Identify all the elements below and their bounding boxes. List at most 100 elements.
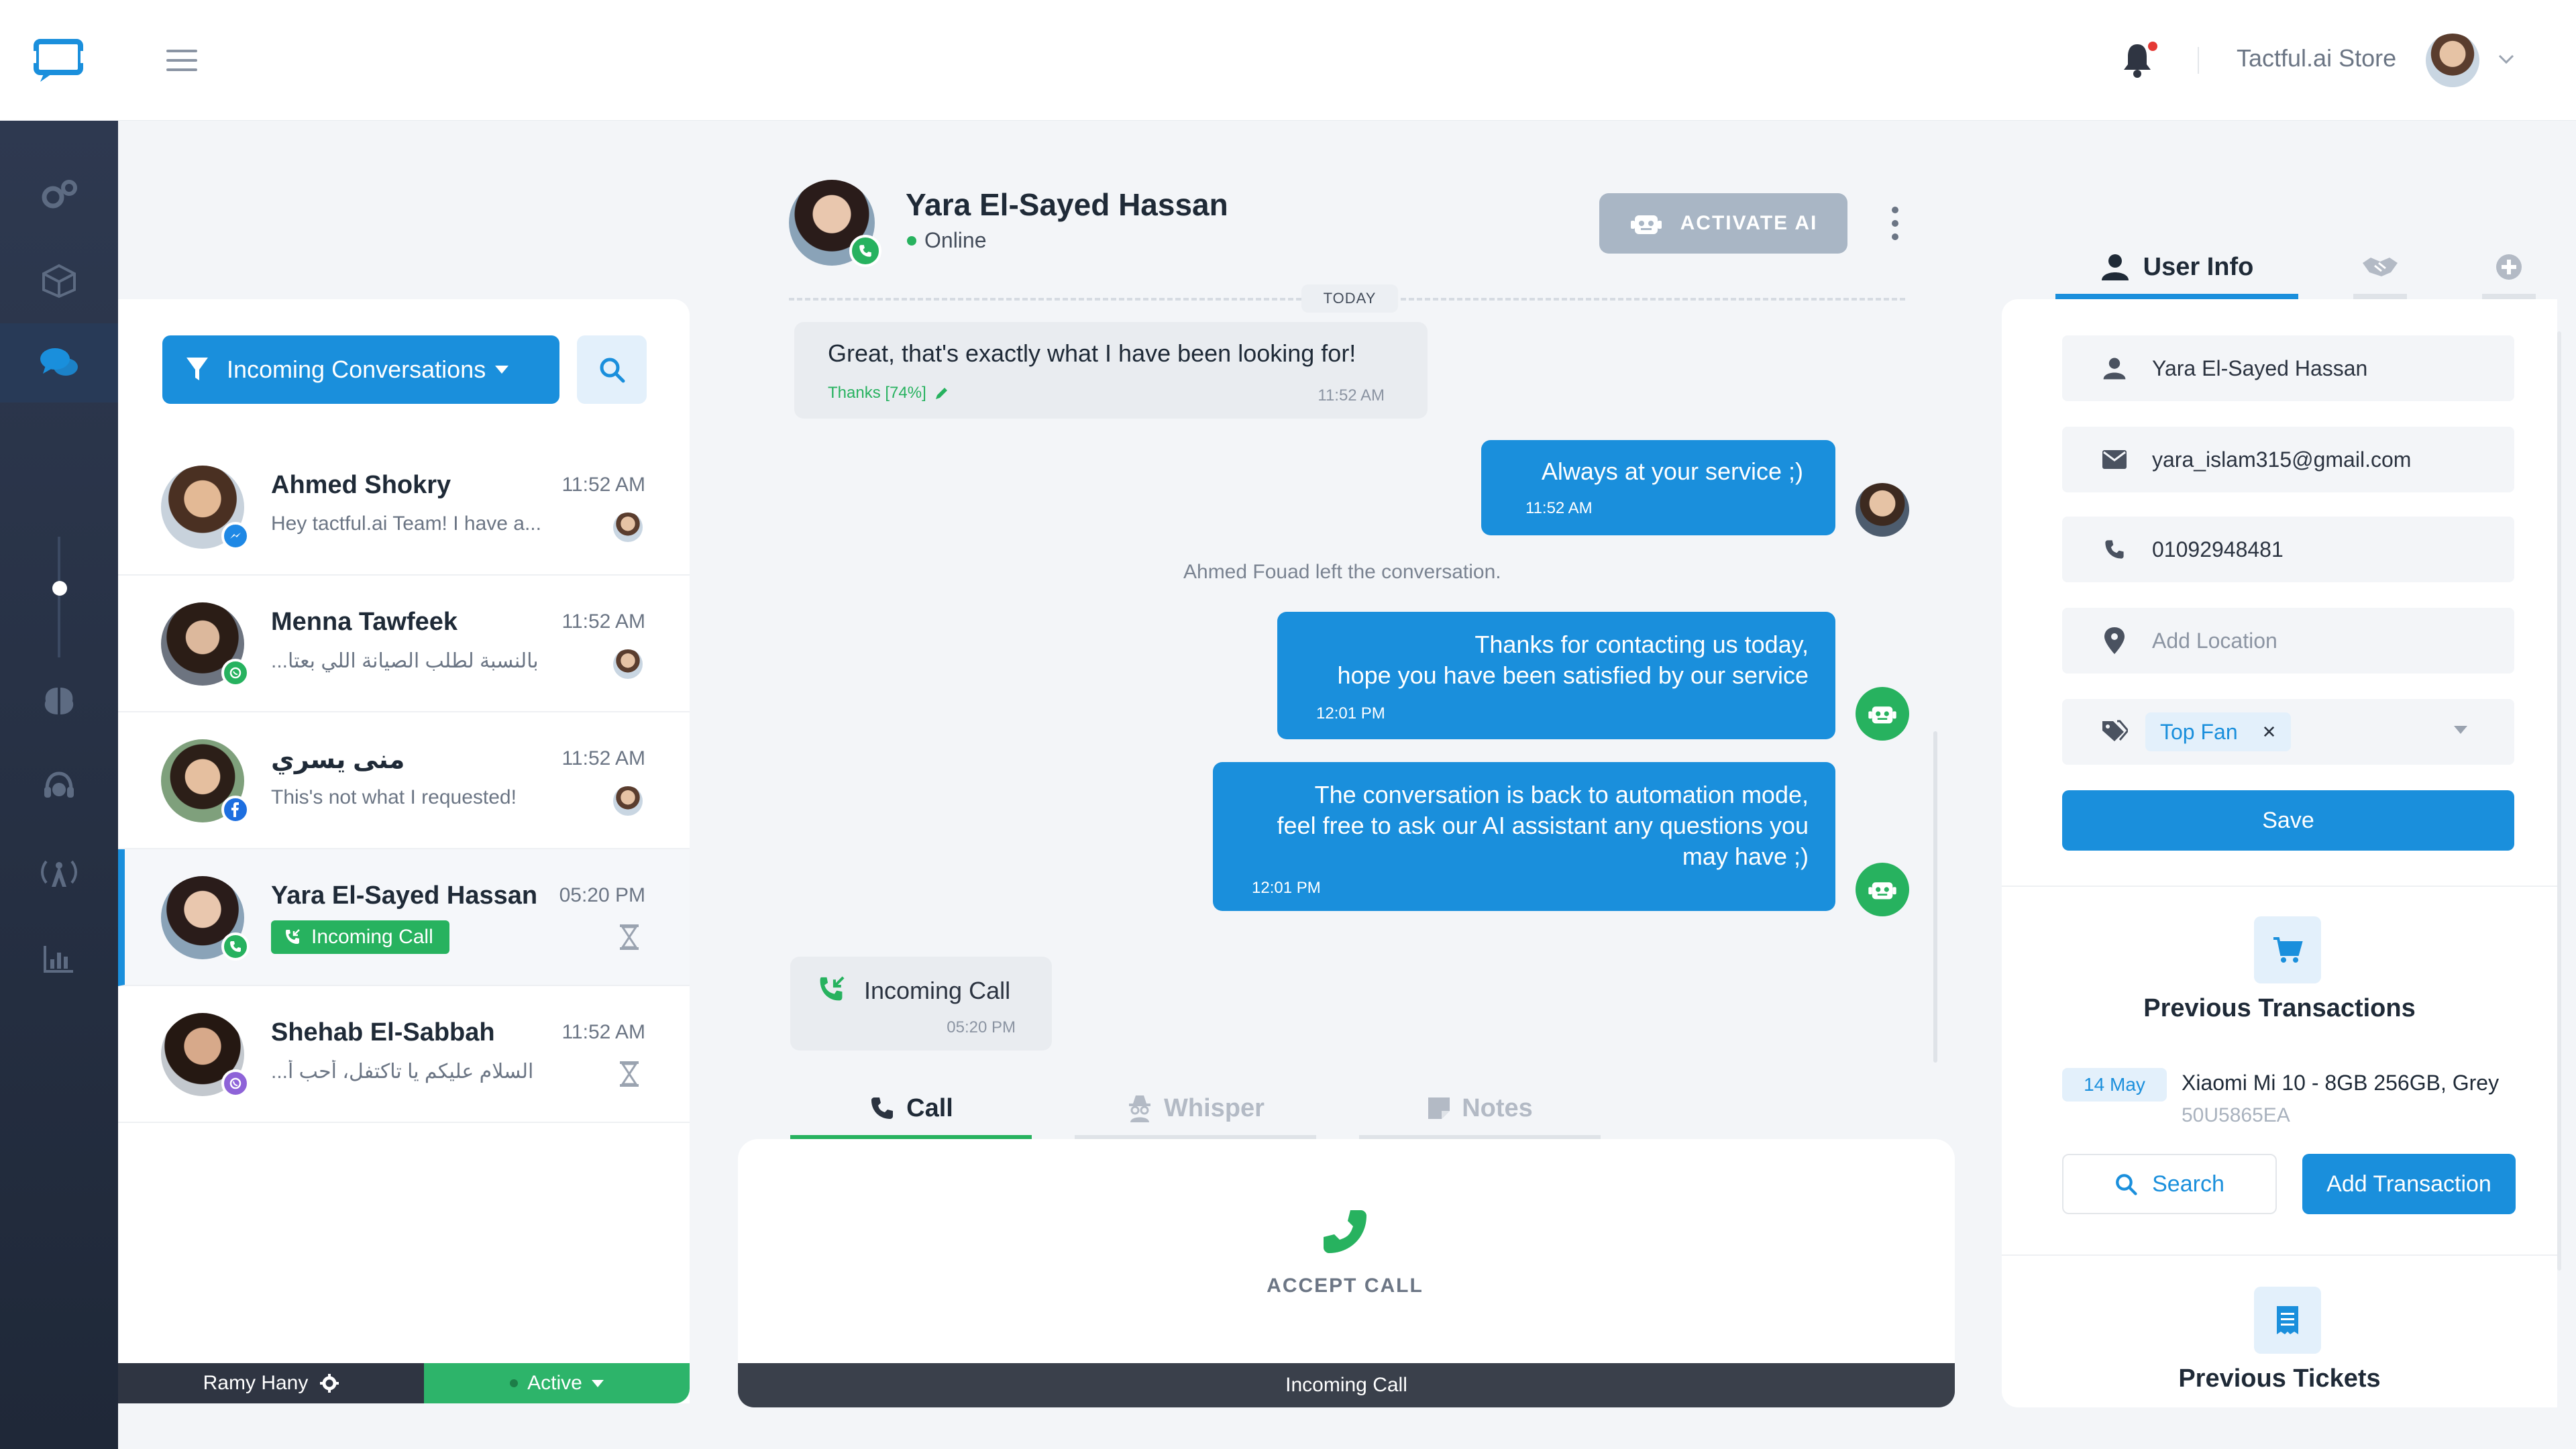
conversation-item[interactable]: Ahmed Shokry 11:52 AM Hey tactful.ai Tea… bbox=[118, 439, 690, 576]
accept-call-button[interactable]: ACCEPT CALL bbox=[1267, 1205, 1422, 1305]
intent-text: Thanks [74%] bbox=[828, 384, 926, 402]
email-value: yara_islam315@gmail.com bbox=[2152, 447, 2412, 472]
messenger-icon bbox=[221, 522, 250, 550]
chevron-down-icon[interactable] bbox=[2497, 52, 2516, 66]
location-field[interactable]: Add Location bbox=[2062, 608, 2514, 674]
search-label: Search bbox=[2152, 1171, 2224, 1197]
sidebar-item-settings[interactable] bbox=[0, 156, 118, 235]
conversation-search-button[interactable] bbox=[577, 335, 647, 404]
search-transactions-button[interactable]: Search bbox=[2062, 1154, 2277, 1214]
chat-scrollbar[interactable] bbox=[1933, 731, 1937, 1063]
intent-label[interactable]: Thanks [74%] bbox=[828, 384, 949, 402]
tab-whisper[interactable]: Whisper bbox=[1075, 1077, 1316, 1139]
tactful-logo[interactable] bbox=[31, 38, 86, 85]
remove-tag-icon[interactable]: ✕ bbox=[2262, 722, 2277, 743]
user-icon bbox=[2103, 358, 2126, 380]
user-avatar[interactable] bbox=[2426, 34, 2479, 87]
incoming-call-icon bbox=[820, 976, 845, 1001]
user-panel-scrollbar[interactable] bbox=[2557, 331, 2561, 1271]
transaction-date: 14 May bbox=[2062, 1068, 2167, 1102]
outgoing-message: Thanks for contacting us today, hope you… bbox=[1277, 612, 1835, 739]
caret-down-icon[interactable] bbox=[2454, 726, 2467, 734]
transaction-code: 50U5865EA bbox=[2182, 1104, 2290, 1126]
robot-icon bbox=[1868, 706, 1896, 724]
sidebar-item-ai[interactable] bbox=[0, 661, 118, 741]
hourglass-icon bbox=[620, 1061, 639, 1087]
receipt-icon bbox=[2254, 1287, 2321, 1354]
user-name-field[interactable]: Yara El-Sayed Hassan bbox=[2062, 335, 2514, 401]
caret-down-icon bbox=[591, 1379, 604, 1387]
viber-icon bbox=[221, 1069, 250, 1097]
notification-dot bbox=[2148, 42, 2157, 51]
tab-add[interactable] bbox=[2482, 235, 2536, 299]
conversation-item[interactable]: Menna Tawfeek 11:52 AM بالنسبة لطلب الصي… bbox=[118, 576, 690, 712]
caret-down-icon bbox=[495, 366, 509, 374]
tab-notes[interactable]: Notes bbox=[1359, 1077, 1601, 1139]
bot-avatar bbox=[1856, 687, 1909, 741]
conversation-item[interactable]: منى يسري 11:52 AM This's not what I requ… bbox=[118, 712, 690, 849]
save-button[interactable]: Save bbox=[2062, 790, 2514, 851]
message-text: Always at your service ;) bbox=[1541, 458, 1803, 485]
robot-icon bbox=[1868, 882, 1896, 900]
filter-label: Incoming Conversations bbox=[227, 356, 486, 383]
message-line: may have ;) bbox=[1682, 843, 1809, 870]
sidebar-item-conversations[interactable] bbox=[0, 323, 118, 402]
bot-avatar bbox=[1856, 863, 1909, 916]
conversation-item-selected[interactable]: Yara El-Sayed Hassan 05:20 PM Incoming C… bbox=[118, 849, 690, 986]
transactions-title: Previous Transactions bbox=[2143, 994, 2416, 1022]
phone-field[interactable]: 01092948481 bbox=[2062, 517, 2514, 582]
message-line: The conversation is back to automation m… bbox=[1314, 781, 1809, 808]
store-name[interactable]: Tactful.ai Store bbox=[2237, 44, 2396, 72]
email-field[interactable]: yara_islam315@gmail.com bbox=[2062, 427, 2514, 492]
phone-value: 01092948481 bbox=[2152, 537, 2284, 561]
agent-name: Ramy Hany bbox=[203, 1372, 309, 1394]
map-pin-icon bbox=[2104, 627, 2125, 654]
message-line: feel free to ask our AI assistant any qu… bbox=[1277, 812, 1809, 839]
phone-channel-icon bbox=[221, 932, 250, 961]
contact-name: Yara El-Sayed Hassan bbox=[271, 881, 538, 910]
agent-status-dropdown[interactable]: Active bbox=[424, 1363, 690, 1403]
bar-chart-icon bbox=[44, 946, 73, 973]
phone-icon bbox=[2105, 540, 2124, 559]
call-status-footer: Incoming Call bbox=[738, 1363, 1955, 1407]
sidebar-indicator-dot[interactable] bbox=[52, 581, 67, 596]
agent-status-bar: Ramy Hany Active bbox=[118, 1363, 690, 1403]
chat-action-tabs: Call Whisper Notes bbox=[790, 1077, 1602, 1139]
tab-handshake[interactable] bbox=[2353, 235, 2407, 299]
transaction-name[interactable]: Xiaomi Mi 10 - 8GB 256GB, Grey bbox=[2182, 1071, 2499, 1095]
conversation-filter-dropdown[interactable]: Incoming Conversations bbox=[162, 335, 559, 404]
gear-icon bbox=[320, 1374, 339, 1393]
user-icon bbox=[2101, 254, 2129, 280]
activate-ai-label: ACTIVATE AI bbox=[1680, 212, 1818, 234]
online-dot bbox=[907, 235, 916, 246]
plus-circle-icon bbox=[2496, 254, 2522, 280]
hamburger-icon[interactable] bbox=[166, 50, 197, 71]
tags-icon bbox=[2102, 720, 2128, 741]
sidebar-item-agents[interactable] bbox=[0, 747, 118, 826]
agent-name-button[interactable]: Ramy Hany bbox=[118, 1363, 424, 1403]
sidebar-item-analytics[interactable] bbox=[0, 919, 118, 998]
outgoing-message: The conversation is back to automation m… bbox=[1213, 762, 1835, 911]
spy-icon bbox=[1129, 1095, 1151, 1122]
incoming-call-label: Incoming Call bbox=[311, 926, 433, 948]
chat-contact-name: Yara El-Sayed Hassan bbox=[906, 187, 1228, 222]
tags-field[interactable]: Top Fan ✕ bbox=[2062, 699, 2514, 765]
incoming-call-icon bbox=[286, 929, 300, 944]
message-preview: بالنسبة لطلب الصيانة اللي بعتا... bbox=[271, 650, 539, 672]
agent-avatar bbox=[1856, 483, 1909, 537]
activate-ai-button[interactable]: ACTIVATE AI bbox=[1599, 193, 1847, 254]
sidebar-item-broadcast[interactable] bbox=[0, 833, 118, 912]
sidebar-track bbox=[58, 537, 60, 657]
message-line: Thanks for contacting us today, bbox=[1474, 631, 1809, 658]
whatsapp-icon bbox=[221, 659, 250, 687]
contact-name: Ahmed Shokry bbox=[271, 471, 451, 499]
tab-user-info[interactable]: User Info bbox=[2055, 235, 2298, 299]
incoming-call-tag: Incoming Call bbox=[271, 920, 449, 954]
sidebar-item-integrations[interactable] bbox=[0, 241, 118, 321]
tab-call[interactable]: Call bbox=[790, 1077, 1032, 1139]
add-transaction-button[interactable]: Add Transaction bbox=[2302, 1154, 2516, 1214]
top-bar: Tactful.ai Store bbox=[0, 0, 2576, 121]
location-placeholder: Add Location bbox=[2152, 628, 2277, 653]
more-options-icon[interactable] bbox=[1890, 207, 1900, 240]
conversation-item[interactable]: Shehab El-Sabbah 11:52 AM السلام عليكم ي… bbox=[118, 986, 690, 1123]
